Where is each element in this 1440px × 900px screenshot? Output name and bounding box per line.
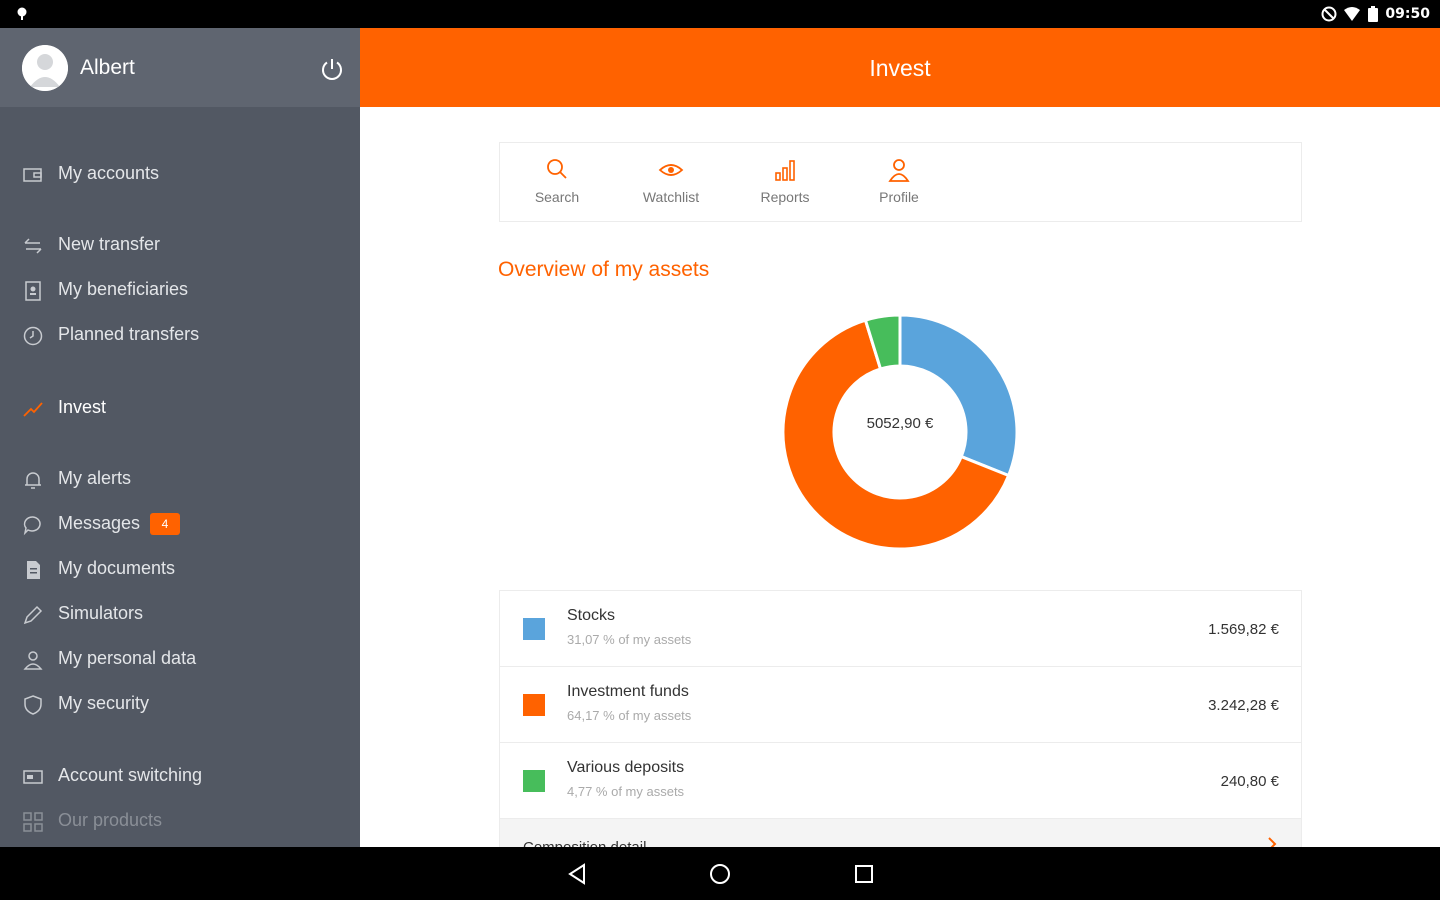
sidebar-item-label: New transfer xyxy=(58,234,161,254)
navigation-drawer: Albert My accounts New transfer My benef… xyxy=(0,28,360,847)
chevron-right-icon xyxy=(1268,837,1277,847)
sidebar-item-label: Invest xyxy=(58,397,107,417)
sidebar-item-new-transfer[interactable]: New transfer xyxy=(0,225,360,265)
user-avatar-icon xyxy=(22,45,68,91)
asset-name: Various deposits xyxy=(567,759,685,776)
tab-search[interactable]: Search xyxy=(500,143,614,221)
notification-icon xyxy=(17,7,27,20)
composition-detail-label: Composition detail xyxy=(523,839,646,847)
tab-watchlist[interactable]: Watchlist xyxy=(614,143,728,221)
asset-percentage: 31,07 % of my assets xyxy=(567,632,692,647)
sidebar-item-label: My accounts xyxy=(58,163,160,183)
transfer-arrows-icon xyxy=(24,238,42,254)
sidebar-item-label: Planned transfers xyxy=(58,324,200,344)
tab-label: Watchlist xyxy=(642,189,700,205)
contact-book-icon xyxy=(25,281,41,301)
sidebar-item-my-security[interactable]: My security xyxy=(0,684,360,724)
asset-row-stocks[interactable]: Stocks 31,07 % of my assets 1.569,82 € xyxy=(500,591,1301,667)
tab-label: Search xyxy=(534,189,580,205)
sidebar-item-label: Messages xyxy=(58,513,141,533)
page-title: Invest xyxy=(869,55,931,81)
sidebar-item-label: Account switching xyxy=(58,765,203,785)
sidebar-item-my-documents[interactable]: My documents xyxy=(0,549,360,589)
chat-bubble-icon xyxy=(23,516,41,536)
bar-chart-icon xyxy=(775,160,795,181)
sidebar-item-account-switching[interactable]: Account switching xyxy=(0,756,360,796)
sidebar-item-label: My beneficiaries xyxy=(58,279,189,299)
tab-label: Reports xyxy=(760,189,810,205)
asset-row-investment-funds[interactable]: Investment funds 64,17 % of my assets 3.… xyxy=(500,667,1301,743)
asset-percentage: 4,77 % of my assets xyxy=(567,784,685,799)
sidebar-item-simulators[interactable]: Simulators xyxy=(0,594,360,634)
eye-icon xyxy=(658,164,684,176)
document-icon xyxy=(27,561,40,579)
drawer-header: Albert xyxy=(0,28,360,107)
clock-time: 09:50 xyxy=(1385,6,1430,22)
sidebar-item-my-accounts[interactable]: My accounts xyxy=(0,154,360,194)
sidebar-item-my-alerts[interactable]: My alerts xyxy=(0,459,360,499)
power-icon[interactable] xyxy=(318,55,346,83)
pencil-icon xyxy=(23,605,43,625)
wallet-icon xyxy=(23,168,42,182)
search-icon xyxy=(547,159,567,179)
sidebar-item-messages[interactable]: Messages 4 xyxy=(0,504,360,544)
person-icon xyxy=(23,651,43,670)
back-icon[interactable] xyxy=(564,861,590,887)
clock-icon xyxy=(23,326,43,346)
profile-icon xyxy=(888,159,910,182)
asset-amount: 240,80 € xyxy=(1220,773,1279,790)
assets-list: Stocks 31,07 % of my assets 1.569,82 € I… xyxy=(499,590,1302,847)
sidebar-item-my-personal-data[interactable]: My personal data xyxy=(0,639,360,679)
sidebar-item-invest[interactable]: Invest xyxy=(0,388,360,428)
legend-swatch xyxy=(523,770,545,792)
asset-name: Stocks xyxy=(567,607,616,624)
bell-icon xyxy=(25,472,41,489)
assets-donut-chart xyxy=(781,313,1019,551)
sidebar-item-label: My documents xyxy=(58,558,176,578)
composition-detail-row[interactable]: Composition detail xyxy=(500,819,1301,847)
card-switch-icon xyxy=(23,770,43,784)
donut-total-value: 5052,90 € xyxy=(866,415,934,432)
sidebar-item-label: My security xyxy=(58,693,150,713)
sidebar-item-our-products[interactable]: Our products xyxy=(0,801,360,841)
asset-percentage: 64,17 % of my assets xyxy=(567,708,692,723)
sidebar-item-label: Simulators xyxy=(58,603,144,623)
main-content: Search Watchlist Reports Profile Overvie… xyxy=(360,107,1440,847)
asset-row-various-deposits[interactable]: Various deposits 4,77 % of my assets 240… xyxy=(500,743,1301,819)
wifi-icon xyxy=(1344,7,1361,21)
section-title: Overview of my assets xyxy=(498,258,710,281)
grid-icon xyxy=(23,812,43,832)
avatar[interactable] xyxy=(22,45,68,91)
asset-name: Investment funds xyxy=(567,683,689,700)
donut-slice-stocks xyxy=(898,313,1019,478)
system-navigation-bar xyxy=(0,847,1440,900)
sidebar-item-planned-transfers[interactable]: Planned transfers xyxy=(0,315,360,355)
sidebar-item-label: My personal data xyxy=(58,648,197,668)
sidebar-item-my-beneficiaries[interactable]: My beneficiaries xyxy=(0,270,360,310)
recents-icon[interactable] xyxy=(851,861,877,887)
asset-amount: 3.242,28 € xyxy=(1208,697,1279,714)
tab-reports[interactable]: Reports xyxy=(728,143,842,221)
tab-label: Profile xyxy=(879,189,919,205)
legend-swatch xyxy=(523,618,545,640)
sidebar-item-label: Our products xyxy=(58,810,163,830)
do-not-disturb-icon xyxy=(1321,6,1337,22)
unread-messages-badge: 4 xyxy=(150,513,180,535)
status-bar: 09:50 xyxy=(0,0,1440,28)
home-icon[interactable] xyxy=(707,861,733,887)
invest-tabs: Search Watchlist Reports Profile xyxy=(499,142,1302,222)
legend-swatch xyxy=(523,694,545,716)
sidebar-item-label: My alerts xyxy=(58,468,132,488)
tab-profile[interactable]: Profile xyxy=(842,143,956,221)
battery-icon xyxy=(1368,6,1379,22)
app-header: Invest xyxy=(360,28,1440,107)
trend-icon xyxy=(23,402,43,417)
asset-amount: 1.569,82 € xyxy=(1208,621,1279,638)
shield-icon xyxy=(24,695,42,715)
user-name: Albert xyxy=(80,56,135,79)
